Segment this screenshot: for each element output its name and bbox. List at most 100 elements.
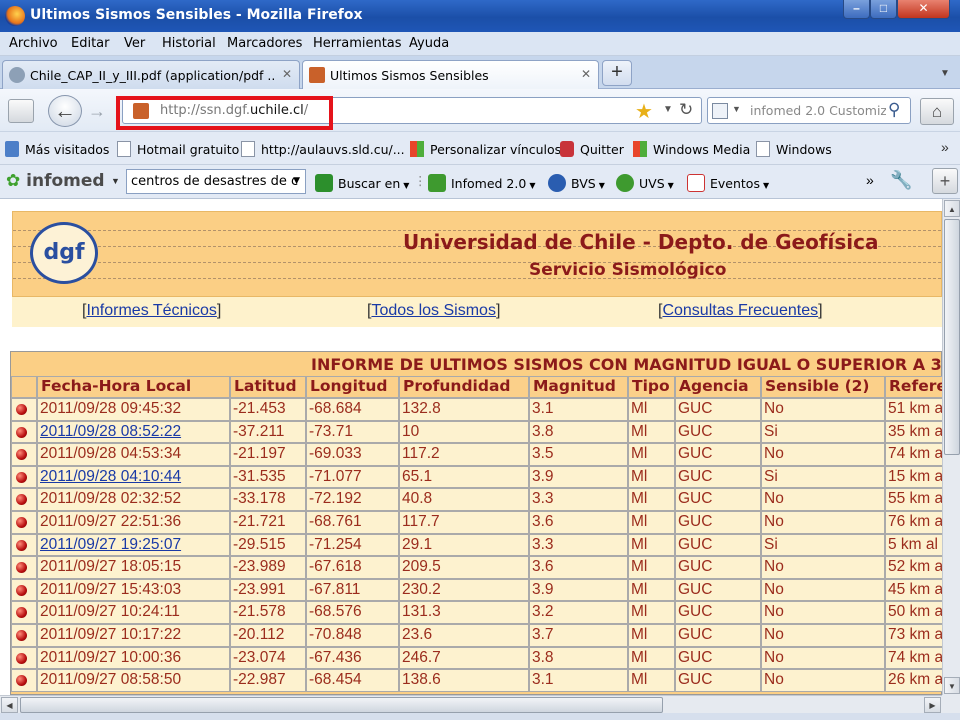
close-button[interactable]: ✕ <box>897 0 950 19</box>
more-tools-chevron-icon[interactable]: » <box>866 172 874 188</box>
cell-lon: -71.077 <box>306 465 399 489</box>
eventos-button[interactable]: Eventos ▼ <box>687 174 769 192</box>
row-marker-cell <box>11 420 37 444</box>
infomed-leaf-icon: ✿ <box>6 171 21 191</box>
scroll-right-icon[interactable]: ▶ <box>924 697 941 713</box>
cell-lat: -37.211 <box>230 420 306 444</box>
cell-lon: -70.848 <box>306 624 399 647</box>
bookmark-windows-media[interactable]: Windows Media <box>633 141 750 157</box>
status-bar <box>0 713 960 720</box>
search-engine-icon[interactable] <box>712 103 728 119</box>
close-tab-icon[interactable]: ✕ <box>282 67 292 81</box>
cell-sensible: No <box>761 488 885 511</box>
cell-tipo: Ml <box>628 578 675 602</box>
cell-agencia: GUC <box>675 488 761 511</box>
event-link[interactable]: 2011/09/28 08:52:22 <box>40 423 181 440</box>
todos-los-sismos-link[interactable]: Todos los Sismos <box>371 302 496 319</box>
add-button[interactable]: + <box>932 168 958 194</box>
event-link[interactable]: 2011/09/27 19:25:07 <box>40 536 181 553</box>
scroll-down-icon[interactable]: ▼ <box>944 677 960 694</box>
search-input[interactable]: infomed 2.0 Customized <box>750 103 886 118</box>
cell-prof: 132.8 <box>399 398 529 421</box>
tab-list-icon[interactable]: ▼ <box>940 68 950 79</box>
back-button[interactable]: ← <box>48 95 82 127</box>
bookmark-aulauvs[interactable]: http://aulauvs.sld.cu/... <box>241 141 405 157</box>
cell-ref: 76 km al <box>885 511 942 534</box>
menu-editar[interactable]: Editar <box>71 36 110 51</box>
tab-ultimos-sismos[interactable]: Ultimos Sismos Sensibles ✕ <box>302 60 599 90</box>
event-link[interactable]: 2011/09/28 04:10:44 <box>40 468 181 485</box>
col-header-latitud: Latitud <box>230 376 306 398</box>
bookmark-label: Quitter <box>580 142 624 157</box>
table-row: 2011/09/28 04:10:44 -31.535 -71.077 65.1 3.9… <box>11 465 942 489</box>
scroll-up-icon[interactable]: ▲ <box>944 200 960 217</box>
infomed-dropdown-icon[interactable]: ▼ <box>111 176 120 186</box>
tab-strip: Chile_CAP_II_y_III.pdf (application/pdf … <box>0 56 960 90</box>
bookmark-quitter[interactable]: Quitter <box>560 141 624 157</box>
menu-ayuda[interactable]: Ayuda <box>409 36 449 51</box>
menu-ver[interactable]: Ver <box>124 36 145 51</box>
cell-prof: 117.7 <box>399 511 529 534</box>
horizontal-scrollbar[interactable]: ◀ ▶ <box>0 695 942 713</box>
engine-dropdown-icon[interactable]: ▼ <box>732 104 741 114</box>
cell-lon: -72.192 <box>306 488 399 511</box>
maximize-button[interactable]: □ <box>870 0 897 19</box>
menu-marcadores[interactable]: Marcadores <box>227 36 302 51</box>
cell-lon: -71.254 <box>306 533 399 557</box>
bvs-button[interactable]: BVS ▼ <box>548 174 605 192</box>
menu-historial[interactable]: Historial <box>162 36 216 51</box>
informes-tecnicos-link[interactable]: Informes Técnicos <box>86 302 216 319</box>
bookmark-label: Más visitados <box>25 142 110 157</box>
home-button[interactable]: ⌂ <box>920 98 954 125</box>
bookmark-mas-visitados[interactable]: Más visitados <box>5 141 109 157</box>
new-tab-button[interactable]: + <box>602 60 632 86</box>
consultas-frecuentes-link[interactable]: Consultas Frecuentes <box>662 302 818 319</box>
horizontal-scroll-thumb[interactable] <box>20 697 663 713</box>
red-dot-icon <box>16 404 27 415</box>
buscar-en-button[interactable]: Buscar en ▼ <box>315 174 409 192</box>
scroll-left-icon[interactable]: ◀ <box>1 697 18 713</box>
links-bar: [Informes Técnicos] [Todos los Sismos] [… <box>12 297 942 327</box>
cell-mag: 3.8 <box>529 420 628 444</box>
table-row: 2011/09/27 18:05:15 -23.989 -67.618 209.5 3.… <box>11 556 942 579</box>
menu-herramientas[interactable]: Herramientas <box>313 36 402 51</box>
infomed-20-button[interactable]: Infomed 2.0 ▼ <box>428 174 535 192</box>
tab-pdf[interactable]: Chile_CAP_II_y_III.pdf (application/pdf … <box>2 60 300 89</box>
minimize-button[interactable]: – <box>843 0 870 19</box>
search-bar[interactable]: ▼ infomed 2.0 Customized ⚲ <box>707 97 911 124</box>
cell-agencia: GUC <box>675 578 761 602</box>
history-dropdown-icon[interactable]: ▼ <box>663 104 673 115</box>
menu-archivo[interactable]: Archivo <box>9 36 58 51</box>
wrench-icon[interactable]: 🔧 <box>890 170 912 191</box>
bookmark-hotmail[interactable]: Hotmail gratuito <box>117 141 239 157</box>
cell-mag: 3.5 <box>529 443 628 466</box>
bookmark-star-icon[interactable]: ★ <box>635 99 653 124</box>
cell-sensible: No <box>761 556 885 579</box>
centros-select[interactable]: centros de desastres de c ▼ <box>126 169 306 194</box>
search-icon[interactable]: ⚲ <box>888 100 900 120</box>
cell-prof: 131.3 <box>399 601 529 624</box>
forward-button[interactable]: → <box>86 100 108 122</box>
page-content: dgf Universidad de Chile - Depto. de Geo… <box>0 199 942 695</box>
red-dot-icon <box>16 607 27 619</box>
bookmark-windows[interactable]: Windows <box>756 141 832 157</box>
uvs-button[interactable]: UVS ▼ <box>616 174 674 192</box>
reload-icon[interactable]: ↻ <box>679 100 693 120</box>
col-header-referencia: Referencia <box>885 376 942 398</box>
link-consultas-frecuentes: [Consultas Frecuentes] <box>658 302 823 319</box>
vertical-scrollbar[interactable]: ▲ ▼ <box>942 199 960 695</box>
cell-ref: 52 km al <box>885 556 942 579</box>
vertical-scroll-thumb[interactable] <box>944 219 960 455</box>
more-bookmarks-chevron-icon[interactable]: » <box>941 139 949 155</box>
sync-icon[interactable] <box>8 99 34 123</box>
cell-mag: 3.1 <box>529 398 628 421</box>
toolbar-label: Infomed 2.0 <box>451 176 527 191</box>
infomed-logo[interactable]: ✿ infomed <box>6 171 105 191</box>
cell-fecha: 2011/09/27 18:05:15 <box>37 556 230 579</box>
bvs-icon <box>548 174 566 192</box>
cell-mag: 3.3 <box>529 533 628 557</box>
red-dot-icon <box>16 675 27 687</box>
table-row: 2011/09/27 10:17:22 -20.112 -70.848 23.6 3.7… <box>11 624 942 647</box>
bookmark-personalizar[interactable]: Personalizar vínculos <box>410 141 561 157</box>
close-tab-icon[interactable]: ✕ <box>581 67 591 81</box>
